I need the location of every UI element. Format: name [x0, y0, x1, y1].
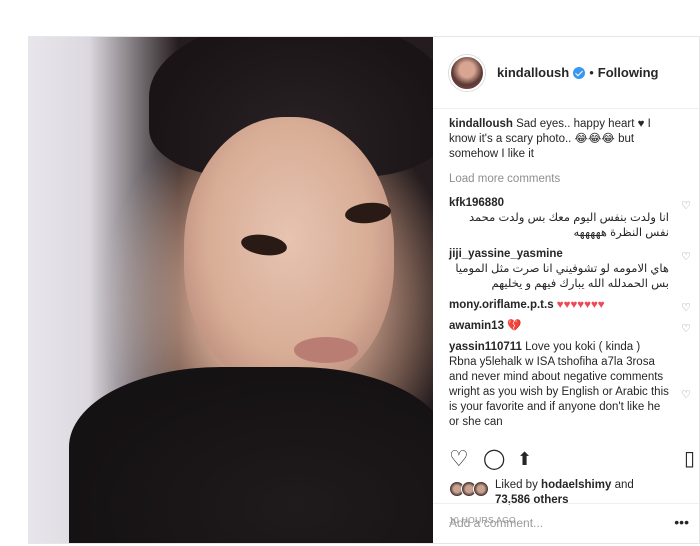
comment-text: ♥♥♥♥♥♥♥: [556, 299, 605, 311]
comment-like-icon[interactable]: ♡: [681, 301, 691, 316]
comment-username[interactable]: mony.oriflame.p.t.s: [449, 299, 554, 311]
add-comment-input[interactable]: Add a comment...: [449, 516, 543, 530]
liker-username[interactable]: hodaelshimy: [541, 479, 611, 491]
comment-like-icon[interactable]: ♡: [681, 388, 691, 403]
post-photo[interactable]: [29, 37, 433, 543]
caption-username[interactable]: kindalloush: [449, 118, 513, 130]
comment-like-icon[interactable]: ♡: [681, 199, 691, 214]
following-button[interactable]: Following: [598, 65, 659, 80]
comment-username[interactable]: awamin13: [449, 320, 504, 332]
list-item: jiji_yassine_yasmine هاي الامومه لو تشوف…: [449, 247, 695, 292]
load-more-comments[interactable]: Load more comments: [449, 172, 695, 187]
ellipsis-icon[interactable]: •••: [674, 514, 689, 530]
list-item: kfk196880 انا ولدت بنفس اليوم معك بس ولد…: [449, 196, 695, 241]
verified-badge-icon: [573, 66, 586, 79]
list-item: yassin110711 Love you koki ( kinda ) Rbn…: [449, 340, 695, 430]
list-item: awamin13 💔 ♡: [449, 319, 695, 337]
bookmark-icon[interactable]: ▯: [684, 445, 695, 473]
separator-dot: •: [589, 65, 594, 80]
heart-outline-icon[interactable]: ♡: [449, 445, 469, 473]
post-card: kindalloush • Following kindalloush Sad …: [28, 36, 700, 544]
post-sidebar: kindalloush • Following kindalloush Sad …: [433, 37, 699, 543]
comment-username[interactable]: jiji_yassine_yasmine: [449, 248, 563, 260]
comment-like-icon[interactable]: ♡: [681, 322, 691, 337]
comment-username[interactable]: kfk196880: [449, 197, 504, 209]
post-actions: ♡ ◯ ⬆ ▯: [449, 445, 695, 473]
caption: kindalloush Sad eyes.. happy heart ♥ I k…: [449, 117, 695, 162]
likes-connector: and: [614, 479, 634, 491]
avatar: [473, 481, 489, 497]
header-username[interactable]: kindalloush: [497, 65, 569, 80]
comment-username[interactable]: yassin110711: [449, 341, 522, 353]
comment-bubble-icon[interactable]: ◯: [483, 445, 505, 473]
comment-like-icon[interactable]: ♡: [681, 250, 691, 265]
likes-prefix: Liked by: [495, 479, 538, 491]
comment-text: Love you koki ( kinda ) Rbna y5lehalk w …: [449, 341, 669, 428]
share-arrow-icon[interactable]: ⬆: [517, 445, 532, 473]
add-comment-bar: Add a comment... •••: [433, 503, 699, 543]
avatar[interactable]: [449, 54, 485, 91]
comment-text: انا ولدت بنفس اليوم معك بس ولدت محمد نفس…: [468, 212, 669, 239]
comment-text: 💔: [507, 320, 522, 332]
post-header: kindalloush • Following: [433, 37, 699, 109]
list-item: mony.oriflame.p.t.s ♥♥♥♥♥♥♥ ♡: [449, 298, 695, 316]
comments-list: kindalloush Sad eyes.. happy heart ♥ I k…: [449, 117, 695, 436]
comment-text: هاي الامومه لو تشوفيني انا صرت مثل الموم…: [455, 263, 669, 290]
